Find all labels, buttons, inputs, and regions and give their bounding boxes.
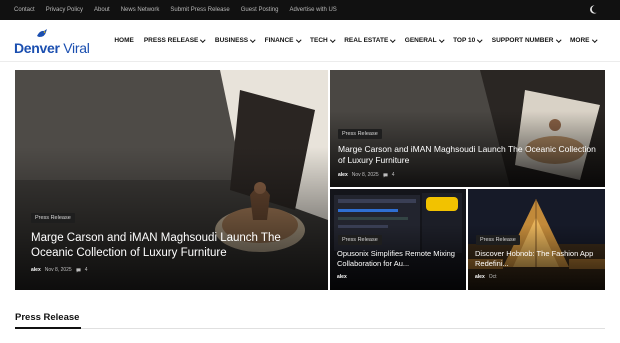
category-tag[interactable]: Press Release <box>476 235 520 245</box>
featured-card-bottom-left[interactable]: Press Release Opusonix Simplifies Remote… <box>330 189 466 290</box>
moon-icon[interactable] <box>589 4 600 15</box>
chevron-down-icon <box>477 37 483 42</box>
nav-press-release[interactable]: PRESS RELEASE <box>143 37 206 44</box>
main-header: Denver Viral HOME PRESS RELEASE BUSINESS… <box>0 20 620 62</box>
nav-label: MORE <box>570 37 590 44</box>
author-name[interactable]: alex <box>31 267 41 273</box>
nav-label: TECH <box>310 37 328 44</box>
topbar-link-privacy-policy[interactable]: Privacy Policy <box>46 7 83 13</box>
article-title[interactable]: Marge Carson and iMAN Maghsoudi Launch T… <box>338 144 598 166</box>
category-tag[interactable]: Press Release <box>338 129 382 139</box>
chevron-down-icon <box>295 37 301 42</box>
article-meta: alex Oct <box>475 274 497 280</box>
topbar-link-contact[interactable]: Contact <box>14 7 35 13</box>
author-name[interactable]: alex <box>338 172 348 178</box>
section-title: Press Release <box>15 312 80 323</box>
section-divider <box>15 328 605 329</box>
category-tag[interactable]: Press Release <box>338 235 382 245</box>
publish-date: Nov 8, 2025 <box>44 267 72 273</box>
topbar-link-guest-posting[interactable]: Guest Posting <box>241 7 279 13</box>
section-divider-accent <box>15 327 81 329</box>
bird-logo-icon <box>37 28 47 37</box>
chevron-down-icon <box>555 37 561 42</box>
nav-label: SUPPORT NUMBER <box>491 37 554 44</box>
featured-card-bottom-right[interactable]: Press Release Discover Hobnob: The Fashi… <box>468 189 605 290</box>
comment-count: 4 <box>391 172 395 178</box>
publish-date: Oct <box>488 274 497 280</box>
topbar-link-news-network[interactable]: News Network <box>121 7 160 13</box>
publish-date: Nov 8, 2025 <box>351 172 379 178</box>
chevron-down-icon <box>329 37 335 42</box>
article-meta: alex <box>337 274 347 280</box>
nav-home[interactable]: HOME <box>114 37 134 44</box>
nav-label: HOME <box>114 37 134 44</box>
chevron-down-icon <box>390 37 396 42</box>
featured-card-main[interactable]: Press Release Marge Carson and iMAN Magh… <box>15 70 328 290</box>
topbar-link-submit-press-release[interactable]: Submit Press Release <box>170 7 229 13</box>
nav-more[interactable]: MORE <box>570 37 597 44</box>
logo-word-viral: Viral <box>63 39 90 56</box>
article-meta: alex Nov 8, 2025 4 <box>338 172 394 178</box>
nav-label: TOP 10 <box>453 37 476 44</box>
top-bar: Contact Privacy Policy About News Networ… <box>0 0 620 20</box>
category-tag[interactable]: Press Release <box>31 213 75 223</box>
nav-business[interactable]: BUSINESS <box>214 37 256 44</box>
nav-tech[interactable]: TECH <box>310 37 335 44</box>
author-name[interactable]: alex <box>337 274 347 280</box>
article-meta: alex Nov 8, 2025 4 <box>31 267 87 273</box>
article-title[interactable]: Discover Hobnob: The Fashion App Redefin… <box>475 249 601 269</box>
chevron-down-icon <box>591 37 597 42</box>
logo-word-denver: Denver <box>14 39 60 56</box>
nav-label: REAL ESTATE <box>344 37 389 44</box>
nav-real-estate[interactable]: REAL ESTATE <box>344 37 396 44</box>
article-title[interactable]: Marge Carson and iMAN Maghsoudi Launch T… <box>31 231 321 261</box>
chevron-down-icon <box>250 37 256 42</box>
nav-general[interactable]: GENERAL <box>404 37 444 44</box>
chevron-down-icon <box>200 37 206 42</box>
nav-finance[interactable]: FINANCE <box>264 37 301 44</box>
nav-label: BUSINESS <box>214 37 249 44</box>
nav-label: GENERAL <box>404 37 437 44</box>
nav-label: PRESS RELEASE <box>143 37 199 44</box>
topbar-link-advertise[interactable]: Advertise with US <box>289 7 336 13</box>
site-logo[interactable]: Denver Viral <box>14 26 98 56</box>
logo-wordmark: Denver Viral <box>14 40 90 56</box>
featured-grid: Press Release Marge Carson and iMAN Magh… <box>15 70 605 290</box>
chevron-down-icon <box>438 37 444 42</box>
nav-support-number[interactable]: SUPPORT NUMBER <box>491 37 561 44</box>
comment-icon <box>76 267 81 273</box>
comment-icon <box>383 172 388 178</box>
main-nav: HOME PRESS RELEASE BUSINESS FINANCE TECH… <box>114 37 606 44</box>
comment-count: 4 <box>84 267 88 273</box>
nav-label: FINANCE <box>264 37 294 44</box>
topbar-link-about[interactable]: About <box>94 7 110 13</box>
author-name[interactable]: alex <box>475 274 485 280</box>
nav-top-10[interactable]: TOP 10 <box>453 37 483 44</box>
featured-card-top-right[interactable]: Press Release Marge Carson and iMAN Magh… <box>330 70 605 187</box>
article-title[interactable]: Opusonix Simplifies Remote Mixing Collab… <box>337 249 463 269</box>
